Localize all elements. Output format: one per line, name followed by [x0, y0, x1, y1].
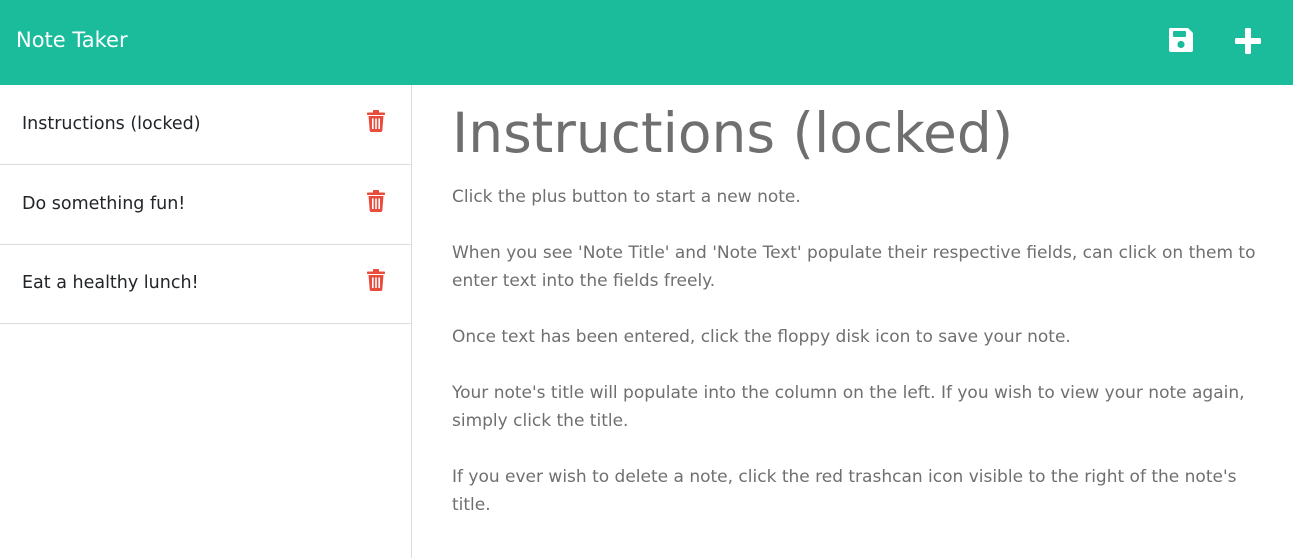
save-note-button[interactable]: [1166, 25, 1196, 55]
note-text[interactable]: Click the plus button to start a new not…: [452, 183, 1277, 547]
plus-icon: [1235, 28, 1261, 54]
note-list-item-label[interactable]: Instructions (locked): [22, 112, 201, 136]
note-list-item[interactable]: Do something fun!: [0, 165, 411, 245]
app-title[interactable]: Note Taker: [16, 26, 128, 54]
note-list-item[interactable]: Eat a healthy lunch!: [0, 244, 411, 324]
note-paragraph: Once text has been entered, click the fl…: [452, 327, 1071, 347]
note-paragraph: Click the plus button to start a new not…: [452, 187, 801, 207]
note-paragraph: When you see 'Note Title' and 'Note Text…: [452, 243, 1256, 291]
trash-icon[interactable]: [366, 269, 386, 291]
navbar: Note Taker: [0, 0, 1293, 85]
note-paragraph: If you ever wish to delete a note, click…: [452, 467, 1237, 515]
note-title[interactable]: Instructions (locked): [452, 101, 1013, 165]
floppy-disk-icon: [1169, 28, 1193, 52]
note-paragraph: Your note's title will populate into the…: [452, 383, 1245, 431]
note-list: Instructions (locked) Do something fun! …: [0, 85, 412, 558]
note-editor: Instructions (locked) Click the plus but…: [412, 85, 1293, 558]
new-note-button[interactable]: [1233, 26, 1263, 56]
note-list-item-label[interactable]: Do something fun!: [22, 192, 185, 216]
trash-icon[interactable]: [366, 110, 386, 132]
note-list-item-label[interactable]: Eat a healthy lunch!: [22, 271, 199, 295]
trash-icon[interactable]: [366, 190, 386, 212]
note-list-item[interactable]: Instructions (locked): [0, 85, 411, 165]
